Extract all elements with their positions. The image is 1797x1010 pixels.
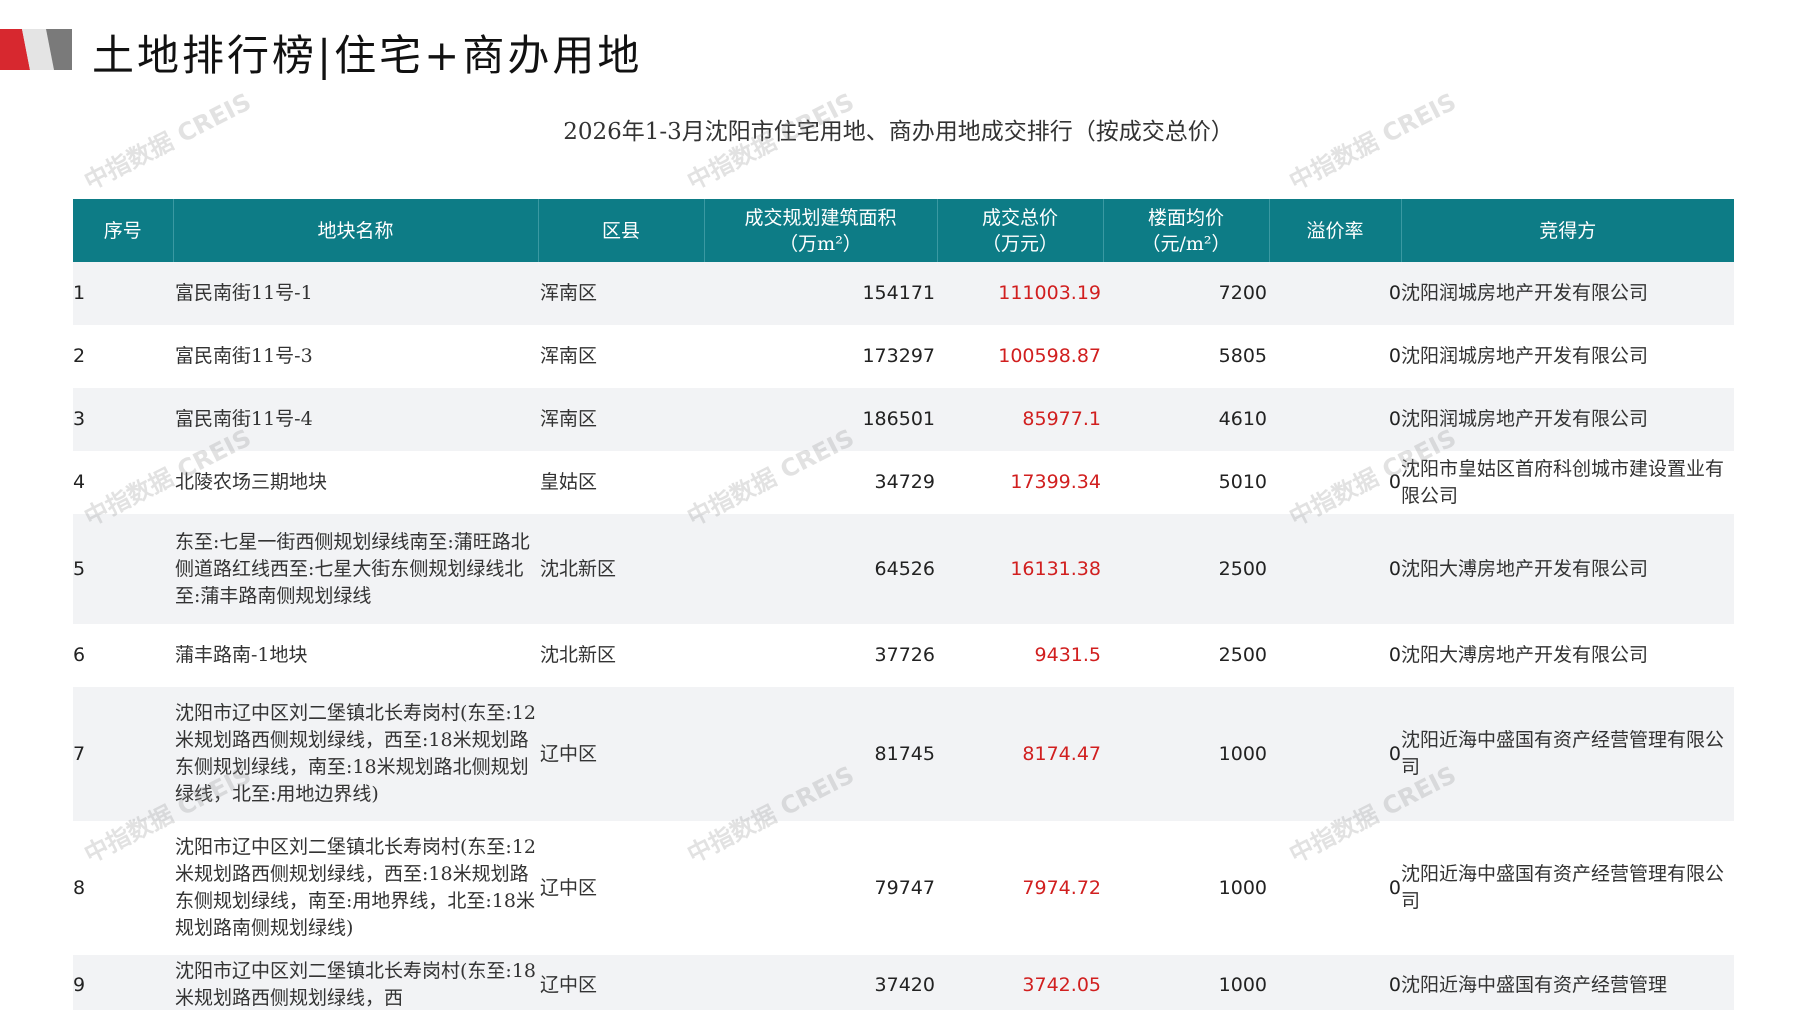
brand-logo — [0, 29, 72, 70]
district-cell: 辽中区 — [538, 821, 704, 955]
row-number-cell: 1 — [73, 262, 173, 325]
premium-rate-cell: 0 — [1269, 388, 1401, 451]
planned-floor-area-cell: 186501 — [704, 388, 937, 451]
floor-unit-price-cell: 5805 — [1103, 325, 1269, 388]
floor-unit-price-cell: 2500 — [1103, 514, 1269, 624]
planned-floor-area-cell: 81745 — [704, 687, 937, 821]
row-number-cell: 6 — [73, 624, 173, 687]
planned-floor-area-cell: 154171 — [704, 262, 937, 325]
buyer-cell: 沈阳近海中盛国有资产经营管理 — [1401, 955, 1734, 1010]
premium-rate-cell: 0 — [1269, 451, 1401, 514]
table-row: 7 沈阳市辽中区刘二堡镇北长寿岗村(东至:12米规划路西侧规划绿线，西至:18米规… — [73, 687, 1734, 821]
parcel-name-cell: 沈阳市辽中区刘二堡镇北长寿岗村(东至:12米规划路西侧规划绿线，西至:18米规划… — [173, 687, 538, 821]
table-row: 6 蒲丰路南-1地块 沈北新区 37726 9431.5 2500 0 沈阳大溥房地产开发有限… — [73, 624, 1734, 687]
table-row: 2 富民南街11号-3 浑南区 173297 100598.87 5805 0 沈阳润城房地产… — [73, 325, 1734, 388]
table-header: 序号 地块名称 区县 成交规划建筑面积 （万m²） 成交总价 （万元） 楼面均价 （元/m²）溢… — [73, 199, 1734, 262]
premium-rate-cell: 0 — [1269, 687, 1401, 821]
premium-rate-cell: 0 — [1269, 624, 1401, 687]
row-number-cell: 2 — [73, 325, 173, 388]
buyer-cell: 沈阳大溥房地产开发有限公司 — [1401, 624, 1734, 687]
floor-unit-price-cell: 5010 — [1103, 451, 1269, 514]
column-header: 溢价率 — [1268, 199, 1401, 262]
district-cell: 浑南区 — [538, 325, 704, 388]
planned-floor-area-cell: 37420 — [704, 955, 937, 1010]
total-price-cell: 3742.05 — [937, 955, 1103, 1010]
column-header: 楼面均价 （元/m²） — [1102, 199, 1269, 262]
table-title: 2026年1-3月沈阳市住宅用地、商办用地成交排行（按成交总价） — [563, 119, 1234, 145]
column-header: 区县 — [537, 199, 704, 262]
parcel-name-cell: 东至:七星一街西侧规划绿线南至:蒲旺路北侧道路红线西至:七星大街东侧规划绿线北至… — [173, 514, 538, 624]
row-number-cell: 8 — [73, 821, 173, 955]
total-price-cell: 9431.5 — [937, 624, 1103, 687]
parcel-name-cell: 富民南街11号-3 — [173, 325, 538, 388]
parcel-name-cell: 沈阳市辽中区刘二堡镇北长寿岗村(东至:12米规划路西侧规划绿线，西至:18米规划… — [173, 821, 538, 955]
parcel-name-cell: 富民南街11号-4 — [173, 388, 538, 451]
district-cell: 浑南区 — [538, 262, 704, 325]
row-number-cell: 5 — [73, 514, 173, 624]
planned-floor-area-cell: 64526 — [704, 514, 937, 624]
buyer-cell: 沈阳大溥房地产开发有限公司 — [1401, 514, 1734, 624]
row-number-cell: 3 — [73, 388, 173, 451]
premium-rate-cell: 0 — [1269, 955, 1401, 1010]
buyer-cell: 沈阳润城房地产开发有限公司 — [1401, 262, 1734, 325]
district-cell: 皇姑区 — [538, 451, 704, 514]
planned-floor-area-cell: 173297 — [704, 325, 937, 388]
ranking-table-container: 序号 地块名称 区县 成交规划建筑面积 （万m²） 成交总价 （万元） 楼面均价 （元/m²）溢… — [73, 199, 1734, 1010]
buyer-cell: 沈阳近海中盛国有资产经营管理有限公司 — [1401, 821, 1734, 955]
total-price-cell: 8174.47 — [937, 687, 1103, 821]
planned-floor-area-cell: 79747 — [704, 821, 937, 955]
district-cell: 沈北新区 — [538, 624, 704, 687]
buyer-cell: 沈阳市皇姑区首府科创城市建设置业有限公司 — [1401, 451, 1734, 514]
column-header: 序号 — [73, 199, 173, 262]
column-header: 地块名称 — [172, 199, 538, 262]
district-cell: 辽中区 — [538, 687, 704, 821]
floor-unit-price-cell: 4610 — [1103, 388, 1269, 451]
total-price-cell: 17399.34 — [937, 451, 1103, 514]
premium-rate-cell: 0 — [1269, 262, 1401, 325]
table-row: 9 沈阳市辽中区刘二堡镇北长寿岗村(东至:18米规划路西侧规划绿线，西 辽中区 374… — [73, 955, 1734, 1010]
parcel-name-cell: 沈阳市辽中区刘二堡镇北长寿岗村(东至:18米规划路西侧规划绿线，西 — [173, 955, 538, 1010]
table-row: 1 富民南街11号-1 浑南区 154171 111003.19 7200 0 沈阳润城房地产… — [73, 262, 1734, 325]
table-row: 3 富民南街11号-4 浑南区 186501 85977.1 4610 0 沈阳润城房地产开发… — [73, 388, 1734, 451]
column-header: 成交总价 （万元） — [936, 199, 1103, 262]
premium-rate-cell: 0 — [1269, 821, 1401, 955]
planned-floor-area-cell: 34729 — [704, 451, 937, 514]
district-cell: 沈北新区 — [538, 514, 704, 624]
column-header: 竞得方 — [1400, 199, 1734, 262]
table-body: 1 富民南街11号-1 浑南区 154171 111003.19 7200 0 沈阳润城房地产… — [73, 262, 1734, 1010]
premium-rate-cell: 0 — [1269, 514, 1401, 624]
floor-unit-price-cell: 1000 — [1103, 687, 1269, 821]
column-header: 成交规划建筑面积 （万m²） — [703, 199, 937, 262]
premium-rate-cell: 0 — [1269, 325, 1401, 388]
table-row: 8 沈阳市辽中区刘二堡镇北长寿岗村(东至:12米规划路西侧规划绿线，西至:18米规… — [73, 821, 1734, 955]
table-row: 4 北陵农场三期地块 皇姑区 34729 17399.34 5010 0 沈阳市皇姑区首府科创… — [73, 451, 1734, 514]
table-row: 5 东至:七星一街西侧规划绿线南至:蒲旺路北侧道路红线西至:七星大街东侧规划绿线北… — [73, 514, 1734, 624]
row-number-cell: 7 — [73, 687, 173, 821]
total-price-cell: 111003.19 — [937, 262, 1103, 325]
floor-unit-price-cell: 1000 — [1103, 955, 1269, 1010]
ranking-table: 序号 地块名称 区县 成交规划建筑面积 （万m²） 成交总价 （万元） 楼面均价 （元/m²）溢… — [73, 199, 1734, 1010]
page-title: 土地排行榜|住宅+商办用地 — [92, 31, 643, 80]
district-cell: 浑南区 — [538, 388, 704, 451]
planned-floor-area-cell: 37726 — [704, 624, 937, 687]
parcel-name-cell: 富民南街11号-1 — [173, 262, 538, 325]
district-cell: 辽中区 — [538, 955, 704, 1010]
buyer-cell: 沈阳近海中盛国有资产经营管理有限公司 — [1401, 687, 1734, 821]
total-price-cell: 7974.72 — [937, 821, 1103, 955]
floor-unit-price-cell: 7200 — [1103, 262, 1269, 325]
floor-unit-price-cell: 2500 — [1103, 624, 1269, 687]
buyer-cell: 沈阳润城房地产开发有限公司 — [1401, 388, 1734, 451]
total-price-cell: 100598.87 — [937, 325, 1103, 388]
floor-unit-price-cell: 1000 — [1103, 821, 1269, 955]
buyer-cell: 沈阳润城房地产开发有限公司 — [1401, 325, 1734, 388]
row-number-cell: 9 — [73, 955, 173, 1010]
total-price-cell: 85977.1 — [937, 388, 1103, 451]
row-number-cell: 4 — [73, 451, 173, 514]
parcel-name-cell: 蒲丰路南-1地块 — [173, 624, 538, 687]
parcel-name-cell: 北陵农场三期地块 — [173, 451, 538, 514]
total-price-cell: 16131.38 — [937, 514, 1103, 624]
